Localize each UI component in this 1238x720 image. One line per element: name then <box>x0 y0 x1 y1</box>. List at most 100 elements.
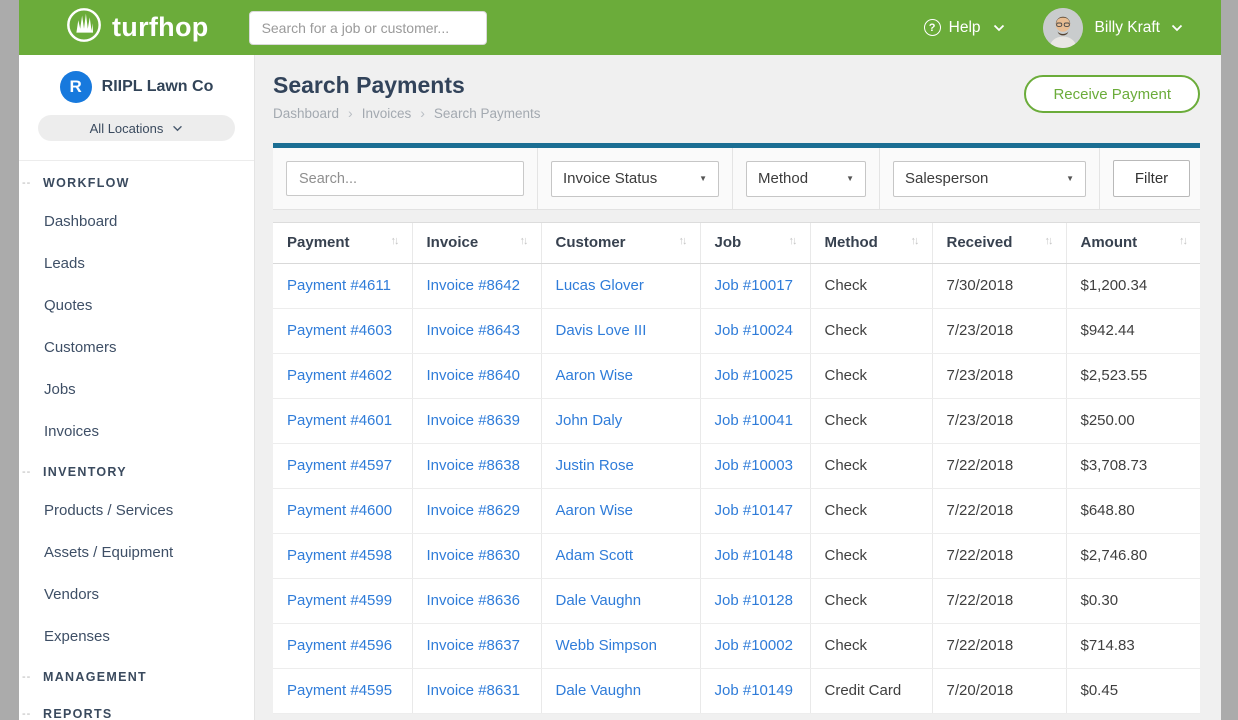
filter-button[interactable]: Filter <box>1113 160 1190 197</box>
cell-invoice: Invoice #8637 <box>412 623 541 668</box>
user-avatar[interactable] <box>1043 8 1083 48</box>
customer-link[interactable]: Adam Scott <box>556 547 634 564</box>
invoice-status-select[interactable]: Invoice Status ▼ <box>551 161 719 197</box>
dropdown-caret-icon: ▼ <box>846 174 854 183</box>
customer-link[interactable]: Webb Simpson <box>556 637 657 654</box>
column-header-method[interactable]: ↑↓Method <box>810 223 932 263</box>
sidebar-section-management: --MANAGEMENT <box>43 670 254 685</box>
sidebar-item-products-services[interactable]: Products / Services <box>44 490 254 532</box>
cell-customer: Webb Simpson <box>541 623 700 668</box>
all-locations-dropdown[interactable]: All Locations <box>38 115 235 141</box>
received-text: 7/22/2018 <box>947 457 1014 474</box>
payment-link[interactable]: Payment #4598 <box>287 547 392 564</box>
help-icon: ? <box>924 19 941 36</box>
invoice-link[interactable]: Invoice #8638 <box>427 457 520 474</box>
job-link[interactable]: Job #10128 <box>715 592 793 609</box>
column-header-payment[interactable]: ↑↓Payment <box>273 223 412 263</box>
column-header-job[interactable]: ↑↓Job <box>700 223 810 263</box>
section-dash-icon: -- <box>22 670 31 685</box>
app-screen: turfhop ? Help <box>0 0 1238 720</box>
sidebar-item-dashboard[interactable]: Dashboard <box>44 201 254 243</box>
invoice-link[interactable]: Invoice #8636 <box>427 592 520 609</box>
cell-invoice: Invoice #8638 <box>412 443 541 488</box>
sidebar-item-quotes[interactable]: Quotes <box>44 285 254 327</box>
invoice-link[interactable]: Invoice #8630 <box>427 547 520 564</box>
help-menu[interactable]: ? Help <box>924 19 1005 37</box>
salesperson-select[interactable]: Salesperson ▼ <box>893 161 1086 197</box>
company-name: RIIPL Lawn Co <box>102 78 214 96</box>
job-link[interactable]: Job #10024 <box>715 322 793 339</box>
column-header-amount[interactable]: ↑↓Amount <box>1066 223 1200 263</box>
sidebar-section-inventory: --INVENTORY <box>43 465 254 480</box>
sidebar-item-invoices[interactable]: Invoices <box>44 411 254 453</box>
column-header-invoice[interactable]: ↑↓Invoice <box>412 223 541 263</box>
sidebar-item-customers[interactable]: Customers <box>44 327 254 369</box>
column-header-received[interactable]: ↑↓Received <box>932 223 1066 263</box>
payment-link[interactable]: Payment #4599 <box>287 592 392 609</box>
column-header-customer[interactable]: ↑↓Customer <box>541 223 700 263</box>
job-link[interactable]: Job #10003 <box>715 457 793 474</box>
method-select[interactable]: Method ▼ <box>746 161 866 197</box>
cell-customer: Justin Rose <box>541 443 700 488</box>
cell-job: Job #10128 <box>700 578 810 623</box>
invoice-link[interactable]: Invoice #8642 <box>427 277 520 294</box>
cell-payment: Payment #4595 <box>273 668 412 713</box>
job-link[interactable]: Job #10147 <box>715 502 793 519</box>
job-link[interactable]: Job #10017 <box>715 277 793 294</box>
payment-link[interactable]: Payment #4602 <box>287 367 392 384</box>
customer-link[interactable]: Aaron Wise <box>556 367 634 384</box>
sidebar-section-reports: --REPORTS <box>43 707 254 720</box>
payment-link[interactable]: Payment #4595 <box>287 682 392 699</box>
job-link[interactable]: Job #10148 <box>715 547 793 564</box>
payment-link[interactable]: Payment #4603 <box>287 322 392 339</box>
cell-customer: John Daly <box>541 398 700 443</box>
sidebar-item-expenses[interactable]: Expenses <box>44 616 254 658</box>
sidebar-item-vendors[interactable]: Vendors <box>44 574 254 616</box>
customer-link[interactable]: John Daly <box>556 412 623 429</box>
customer-link[interactable]: Davis Love III <box>556 322 647 339</box>
locations-label: All Locations <box>90 121 164 136</box>
cell-received: 7/22/2018 <box>932 533 1066 578</box>
brand-logo[interactable]: turfhop <box>65 6 209 49</box>
sidebar-item-leads[interactable]: Leads <box>44 243 254 285</box>
invoice-link[interactable]: Invoice #8629 <box>427 502 520 519</box>
payment-link[interactable]: Payment #4597 <box>287 457 392 474</box>
invoice-link[interactable]: Invoice #8637 <box>427 637 520 654</box>
payment-link[interactable]: Payment #4611 <box>287 277 391 294</box>
cell-received: 7/23/2018 <box>932 308 1066 353</box>
breadcrumb-item-dashboard[interactable]: Dashboard <box>273 106 339 121</box>
customer-link[interactable]: Lucas Glover <box>556 277 644 294</box>
customer-link[interactable]: Justin Rose <box>556 457 634 474</box>
cell-payment: Payment #4601 <box>273 398 412 443</box>
job-link[interactable]: Job #10041 <box>715 412 793 429</box>
invoice-link[interactable]: Invoice #8643 <box>427 322 520 339</box>
table-row: Payment #4595 Invoice #8631 Dale Vaughn Job… <box>273 668 1200 713</box>
section-dash-icon: -- <box>22 176 31 191</box>
invoice-link[interactable]: Invoice #8639 <box>427 412 520 429</box>
invoice-link[interactable]: Invoice #8640 <box>427 367 520 384</box>
sidebar-item-jobs[interactable]: Jobs <box>44 369 254 411</box>
customer-link[interactable]: Dale Vaughn <box>556 682 642 699</box>
user-menu[interactable]: Billy Kraft <box>1095 19 1183 37</box>
cell-invoice: Invoice #8640 <box>412 353 541 398</box>
method-text: Check <box>825 367 868 384</box>
breadcrumb: Dashboard›Invoices›Search Payments <box>273 106 540 121</box>
customer-link[interactable]: Aaron Wise <box>556 502 634 519</box>
invoice-link[interactable]: Invoice #8631 <box>427 682 520 699</box>
job-link[interactable]: Job #10025 <box>715 367 793 384</box>
window-edge-left <box>0 0 19 720</box>
sidebar-item-assets-equipment[interactable]: Assets / Equipment <box>44 532 254 574</box>
job-link[interactable]: Job #10149 <box>715 682 793 699</box>
customer-link[interactable]: Dale Vaughn <box>556 592 642 609</box>
received-text: 7/23/2018 <box>947 322 1014 339</box>
breadcrumb-item-invoices[interactable]: Invoices <box>362 106 412 121</box>
payment-link[interactable]: Payment #4600 <box>287 502 392 519</box>
job-link[interactable]: Job #10002 <box>715 637 793 654</box>
receive-payment-button[interactable]: Receive Payment <box>1024 75 1200 113</box>
breadcrumb-separator-icon: › <box>348 106 353 121</box>
payment-link[interactable]: Payment #4601 <box>287 412 392 429</box>
table-search-input[interactable] <box>286 161 524 196</box>
global-search-input[interactable] <box>249 11 487 45</box>
cell-amount: $2,746.80 <box>1066 533 1200 578</box>
payment-link[interactable]: Payment #4596 <box>287 637 392 654</box>
